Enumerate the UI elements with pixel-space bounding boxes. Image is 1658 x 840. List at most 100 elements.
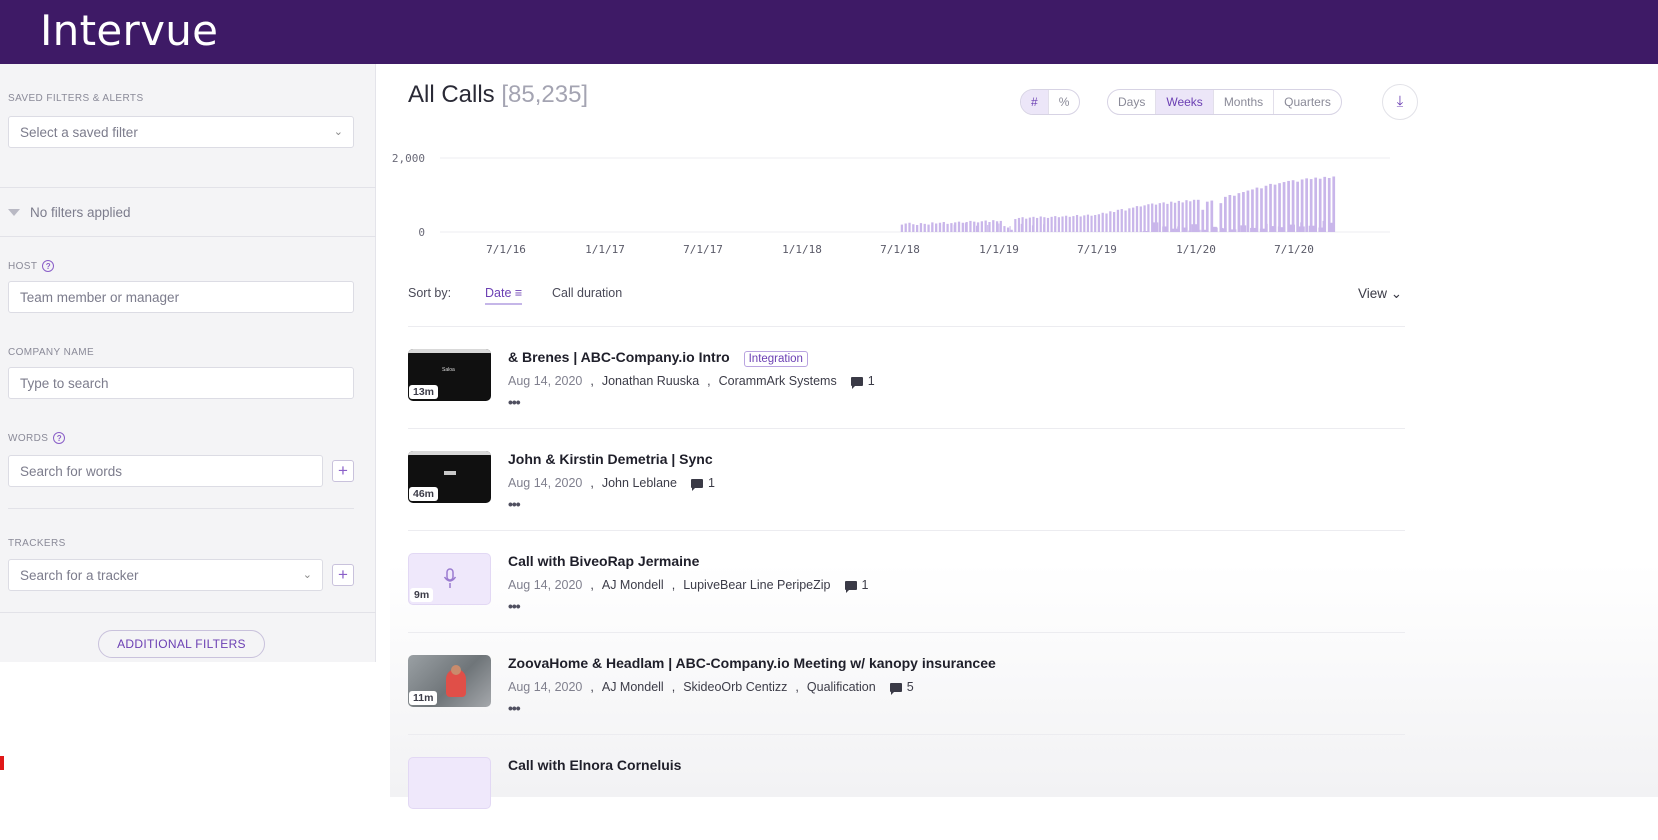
period-weeks-option[interactable]: Weeks (1156, 90, 1214, 114)
chart-bar[interactable] (1291, 180, 1295, 232)
chart-bar[interactable] (1003, 226, 1006, 232)
chart-bar[interactable] (1278, 183, 1281, 232)
chart-bar[interactable] (998, 223, 1000, 232)
chart-bar[interactable] (1318, 178, 1322, 232)
chart-bar[interactable] (1043, 217, 1046, 232)
call-title[interactable]: & Brenes | ABC-Company.io Intro Integrat… (508, 349, 808, 367)
chart-bar[interactable] (1017, 217, 1021, 232)
chart-bar[interactable] (1273, 184, 1277, 232)
chart-bar[interactable] (1181, 202, 1184, 232)
chart-bar[interactable] (1028, 217, 1031, 232)
chart-bar[interactable] (912, 224, 915, 232)
chart-bar[interactable] (1327, 177, 1331, 232)
chart-bar[interactable] (900, 224, 904, 232)
chart-bar[interactable] (1233, 195, 1236, 232)
chart-bar[interactable] (942, 222, 945, 232)
period-months-option[interactable]: Months (1214, 90, 1275, 114)
chart-bar[interactable] (1287, 180, 1290, 232)
call-company[interactable]: SkideoOrb Centizz (683, 680, 787, 694)
call-participant[interactable]: AJ Mondell (602, 680, 664, 694)
sort-duration-option[interactable]: Call duration (552, 286, 622, 300)
chart-bar[interactable] (1128, 208, 1131, 232)
chart-bar[interactable] (915, 224, 919, 232)
chart-bar[interactable] (999, 220, 1002, 232)
chart-bar[interactable] (984, 220, 987, 232)
chart-bar[interactable] (1199, 229, 1201, 232)
chart-bar[interactable] (1255, 187, 1259, 232)
call-participant[interactable]: Jonathan Ruuska (602, 374, 699, 388)
call-row[interactable]: 46m John & Kirstin Demetria | Sync Aug 1… (408, 428, 1405, 534)
chart-bar[interactable] (904, 223, 907, 232)
call-title[interactable]: ZoovaHome & Headlam | ABC-Company.io Mee… (508, 655, 996, 671)
chart-bar[interactable] (1264, 185, 1268, 232)
chart-bar[interactable] (1282, 182, 1286, 232)
metric-percent-option[interactable]: % (1049, 90, 1080, 114)
chart-bar[interactable] (980, 221, 983, 232)
call-company[interactable]: LupiveBear Line PeripeZip (683, 578, 830, 592)
download-button[interactable]: ⤓ (1382, 84, 1418, 120)
call-row[interactable]: 11m ZoovaHome & Headlam | ABC-Company.io… (408, 632, 1405, 738)
chart-bar[interactable] (1332, 176, 1336, 233)
chart-bar[interactable] (1147, 204, 1150, 232)
comments-count[interactable]: 1 (850, 374, 875, 389)
chart-bar[interactable] (1036, 217, 1039, 232)
chart-bar[interactable] (1210, 200, 1214, 232)
chart-bar[interactable] (1158, 203, 1161, 232)
chart-bar[interactable] (1185, 200, 1188, 232)
chart-bar[interactable] (1039, 216, 1042, 232)
more-options-icon[interactable]: ••• (508, 394, 521, 410)
chart-bar[interactable] (1097, 214, 1101, 232)
chart-bar[interactable] (965, 222, 968, 232)
chart-bar[interactable] (1314, 177, 1318, 232)
saved-filter-select[interactable]: Select a saved filter ⌄ (8, 116, 354, 148)
chart-bar[interactable] (1177, 200, 1180, 232)
help-icon[interactable]: ? (53, 432, 66, 444)
help-icon[interactable]: ? (42, 260, 55, 272)
call-row[interactable]: Saloa 13m & Brenes | ABC-Company.io Intr… (408, 326, 1405, 432)
chart-bar[interactable] (1090, 215, 1093, 232)
chart-bar[interactable] (1086, 214, 1090, 232)
comments-count[interactable]: 5 (889, 680, 914, 695)
chart-bar[interactable] (957, 221, 961, 232)
chart-bar[interactable] (1237, 193, 1241, 232)
chart-bar[interactable] (1151, 203, 1154, 232)
period-days-option[interactable]: Days (1108, 90, 1157, 114)
call-thumbnail[interactable]: 9m (408, 553, 491, 605)
chart-bar[interactable] (1135, 206, 1139, 232)
words-search-input[interactable]: Search for words (8, 455, 323, 487)
chart-bar[interactable] (1196, 199, 1200, 232)
more-options-icon[interactable]: ••• (508, 496, 521, 512)
chart-bar[interactable] (1021, 217, 1024, 232)
call-thumbnail[interactable]: 46m (408, 451, 491, 503)
comments-count[interactable]: 1 (844, 578, 868, 593)
call-thumbnail[interactable]: Saloa 13m (408, 349, 491, 401)
chart-bar[interactable] (935, 223, 938, 232)
chart-bar[interactable] (1065, 215, 1068, 232)
call-title[interactable]: Call with BiveoRap Jermaine (508, 553, 699, 569)
comments-count[interactable]: 1 (690, 476, 715, 491)
chart-bar[interactable] (1309, 179, 1313, 232)
add-tracker-button[interactable]: + (332, 564, 354, 586)
chart-bar[interactable] (1132, 207, 1135, 232)
host-input[interactable]: Team member or manager (8, 281, 354, 313)
chart-bar[interactable] (1260, 188, 1263, 232)
chart-bar[interactable] (919, 223, 923, 232)
integration-tag[interactable]: Integration (743, 351, 808, 367)
chart-bar[interactable] (931, 222, 934, 232)
call-thumbnail[interactable] (408, 757, 491, 809)
chart-bar[interactable] (1143, 205, 1146, 232)
call-row[interactable]: 9m Call with BiveoRap Jermaine Aug 14, 2… (408, 530, 1405, 636)
chart-bar[interactable] (1154, 204, 1158, 232)
chart-bar[interactable] (973, 221, 976, 232)
chart-bar[interactable] (927, 224, 930, 232)
chart-bar[interactable] (1246, 190, 1250, 232)
chart-bar[interactable] (995, 221, 999, 232)
chart-bar[interactable] (1061, 216, 1064, 232)
chart-bar[interactable] (1300, 179, 1304, 232)
chart-bar[interactable] (1010, 229, 1013, 232)
chart-bar[interactable] (1046, 217, 1050, 232)
chart-bar[interactable] (992, 220, 995, 232)
metric-count-option[interactable]: # (1021, 90, 1049, 114)
chart-bar[interactable] (1116, 209, 1120, 232)
chart-bar[interactable] (961, 222, 964, 232)
